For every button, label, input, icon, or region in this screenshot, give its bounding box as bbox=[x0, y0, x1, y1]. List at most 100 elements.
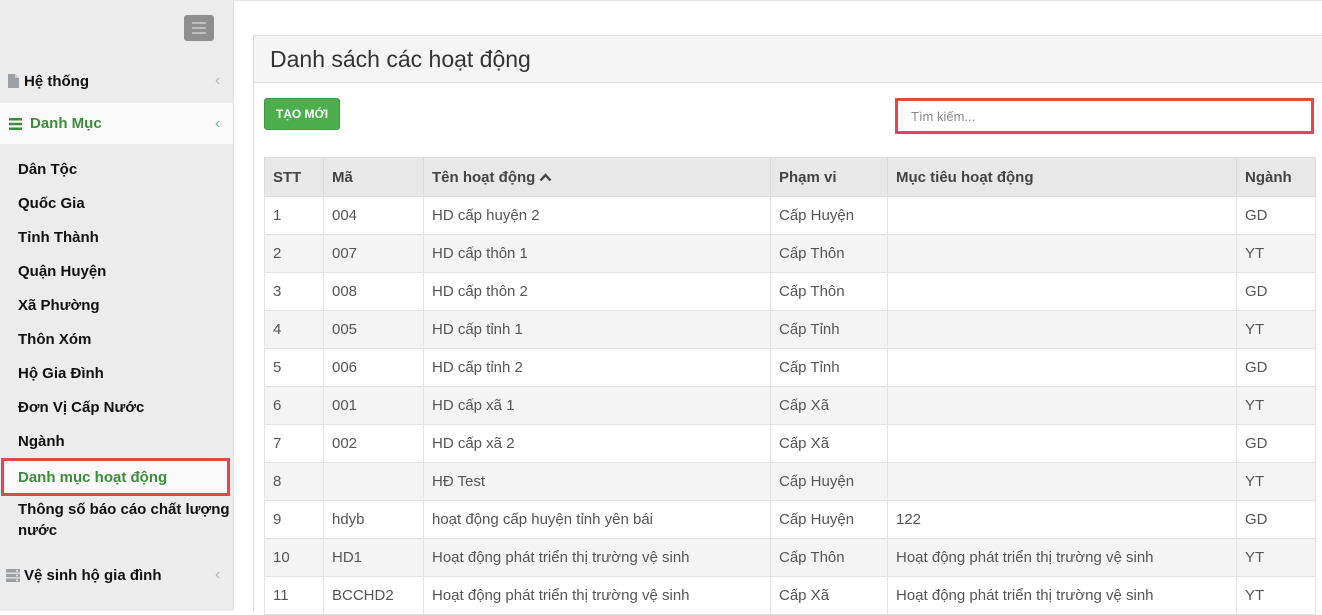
cell-pham-vi: Cấp Xã bbox=[770, 386, 888, 425]
cell-nganh: YT bbox=[1236, 310, 1316, 349]
sidebar: Hệ thống ‹ Danh Mục ‹ Dân Tộc Quốc Gia T… bbox=[0, 0, 234, 611]
cell-pham-vi: Cấp Xã bbox=[770, 576, 888, 615]
column-header-label: Ngành bbox=[1245, 168, 1292, 186]
menu-bar-icon bbox=[192, 27, 206, 29]
sidebar-menu-danh-muc[interactable]: Danh Mục ‹ bbox=[0, 103, 233, 144]
cell-stt: 7 bbox=[264, 424, 324, 463]
sidebar-item-xa-phuong[interactable]: Xã Phường bbox=[0, 288, 233, 322]
column-header-muc-tieu[interactable]: Mục tiêu hoạt động bbox=[887, 157, 1237, 197]
table-row[interactable]: 3 008 HD cấp thôn 2 Cấp Thôn GD bbox=[264, 272, 1316, 311]
cell-ma: 001 bbox=[323, 386, 424, 425]
sidebar-toggle-button[interactable] bbox=[184, 15, 214, 41]
cell-stt: 8 bbox=[264, 462, 324, 501]
cell-stt: 9 bbox=[264, 500, 324, 539]
column-header-nganh[interactable]: Ngành bbox=[1236, 157, 1316, 197]
cell-stt: 10 bbox=[264, 538, 324, 577]
sidebar-item-quan-huyen[interactable]: Quận Huyện bbox=[0, 254, 233, 288]
table-row[interactable]: 1 004 HD cấp huyện 2 Cấp Huyện GD bbox=[264, 196, 1316, 235]
column-header-stt[interactable]: STT bbox=[264, 157, 324, 197]
server-icon bbox=[6, 568, 20, 582]
column-header-label: Tên hoạt động bbox=[432, 168, 536, 186]
cell-pham-vi: Cấp Tỉnh bbox=[770, 348, 888, 387]
cell-muc-tieu bbox=[887, 196, 1237, 235]
sidebar-item-quoc-gia[interactable]: Quốc Gia bbox=[0, 186, 233, 220]
cell-ma: 002 bbox=[323, 424, 424, 463]
cell-nganh: GD bbox=[1236, 500, 1316, 539]
table-row[interactable]: 9 hdyb hoạt động cấp huyện tỉnh yên bái … bbox=[264, 500, 1316, 539]
cell-ma: 006 bbox=[323, 348, 424, 387]
cell-ma: BCCHD2 bbox=[323, 576, 424, 615]
chevron-left-icon: ‹ bbox=[215, 72, 221, 89]
cell-stt: 2 bbox=[264, 234, 324, 273]
table-row[interactable]: 5 006 HD cấp tỉnh 2 Cấp Tỉnh GD bbox=[264, 348, 1316, 387]
table-row[interactable]: 11 BCCHD2 Hoạt động phát triển thị trườn… bbox=[264, 576, 1316, 615]
chevron-left-icon: ‹ bbox=[215, 114, 221, 132]
search-box bbox=[895, 98, 1314, 134]
sidebar-item-thon-xom[interactable]: Thôn Xóm bbox=[0, 322, 233, 356]
sidebar-item-nganh[interactable]: Ngành bbox=[0, 424, 233, 458]
table-header-row: STT Mã Tên hoạt động Phạm vi Mục tiêu ho… bbox=[264, 157, 1316, 197]
cell-ten-hoat-dong: hoạt động cấp huyện tỉnh yên bái bbox=[423, 500, 771, 539]
sidebar-submenu: Dân Tộc Quốc Gia Tỉnh Thành Quận Huyện X… bbox=[0, 152, 233, 546]
sidebar-item-danh-muc-hoat-dong[interactable]: Danh mục hoạt động bbox=[1, 458, 230, 496]
cell-ma: 008 bbox=[323, 272, 424, 311]
sidebar-item-ho-gia-dinh[interactable]: Hộ Gia Đình bbox=[0, 356, 233, 390]
file-icon bbox=[7, 74, 19, 88]
cell-pham-vi: Cấp Thôn bbox=[770, 234, 888, 273]
column-header-label: Phạm vi bbox=[779, 168, 837, 186]
cell-ten-hoat-dong: Hoạt động phát triển thị trường vệ sinh bbox=[423, 538, 771, 577]
table-row[interactable]: 8 HĐ Test Cấp Huyện YT bbox=[264, 462, 1316, 501]
cell-nganh: YT bbox=[1236, 386, 1316, 425]
cell-muc-tieu bbox=[887, 462, 1237, 501]
cell-nganh: GD bbox=[1236, 272, 1316, 311]
sidebar-menu-he-thong[interactable]: Hệ thống ‹ bbox=[0, 61, 233, 101]
sidebar-menu-ve-sinh[interactable]: Vệ sinh hộ gia đình ‹ bbox=[0, 555, 233, 595]
cell-stt: 3 bbox=[264, 272, 324, 311]
cell-muc-tieu bbox=[887, 424, 1237, 463]
table-row[interactable]: 4 005 HD cấp tỉnh 1 Cấp Tỉnh YT bbox=[264, 310, 1316, 349]
cell-ma: 004 bbox=[323, 196, 424, 235]
cell-pham-vi: Cấp Huyện bbox=[770, 462, 888, 501]
cell-stt: 1 bbox=[264, 196, 324, 235]
sort-ascending-icon bbox=[539, 173, 552, 182]
cell-nganh: GD bbox=[1236, 424, 1316, 463]
column-header-ma[interactable]: Mã bbox=[323, 157, 424, 197]
cell-nganh: GD bbox=[1236, 348, 1316, 387]
chevron-left-icon: ‹ bbox=[215, 566, 221, 583]
cell-muc-tieu bbox=[887, 234, 1237, 273]
table-row[interactable]: 2 007 HD cấp thôn 1 Cấp Thôn YT bbox=[264, 234, 1316, 273]
cell-nganh: YT bbox=[1236, 576, 1316, 615]
table-row[interactable]: 10 HD1 Hoạt động phát triển thị trường v… bbox=[264, 538, 1316, 577]
table-row[interactable]: 6 001 HD cấp xã 1 Cấp Xã YT bbox=[264, 386, 1316, 425]
table-row[interactable]: 7 002 HD cấp xã 2 Cấp Xã GD bbox=[264, 424, 1316, 463]
cell-muc-tieu: Hoạt động phát triển thị trường vệ sinh bbox=[887, 538, 1237, 577]
column-header-label: STT bbox=[273, 168, 302, 186]
cell-ten-hoat-dong: HD cấp tỉnh 2 bbox=[423, 348, 771, 387]
column-header-pham-vi[interactable]: Phạm vi bbox=[770, 157, 888, 197]
cell-pham-vi: Cấp Tỉnh bbox=[770, 310, 888, 349]
cell-ma: hdyb bbox=[323, 500, 424, 539]
cell-ten-hoat-dong: HD cấp thôn 2 bbox=[423, 272, 771, 311]
cell-ten-hoat-dong: HD cấp xã 2 bbox=[423, 424, 771, 463]
column-header-ten-hoat-dong[interactable]: Tên hoạt động bbox=[423, 157, 771, 197]
cell-pham-vi: Cấp Huyện bbox=[770, 500, 888, 539]
sidebar-menu-label: Hệ thống bbox=[24, 72, 89, 90]
table-body: 1 004 HD cấp huyện 2 Cấp Huyện GD 2 007 … bbox=[264, 196, 1316, 615]
sidebar-item-thong-so-bao-cao[interactable]: Thông số báo cáo chất lượng nước bbox=[0, 496, 233, 546]
search-input[interactable] bbox=[909, 107, 1303, 125]
cell-ten-hoat-dong: HD cấp tỉnh 1 bbox=[423, 310, 771, 349]
sidebar-item-don-vi-cap-nuoc[interactable]: Đơn Vị Cấp Nước bbox=[0, 390, 233, 424]
cell-muc-tieu: Hoạt động phát triển thị trường vệ sinh bbox=[887, 576, 1237, 615]
sidebar-item-tinh-thanh[interactable]: Tỉnh Thành bbox=[0, 220, 233, 254]
cell-muc-tieu bbox=[887, 310, 1237, 349]
cell-ma: HD1 bbox=[323, 538, 424, 577]
column-header-label: Mục tiêu hoạt động bbox=[896, 168, 1034, 186]
top-divider bbox=[233, 0, 1322, 1]
cell-nganh: YT bbox=[1236, 462, 1316, 501]
create-new-button[interactable]: TẠO MỚI bbox=[264, 98, 340, 130]
cell-stt: 6 bbox=[264, 386, 324, 425]
cell-nganh: GD bbox=[1236, 196, 1316, 235]
menu-bar-icon bbox=[192, 32, 206, 34]
cell-ma: 005 bbox=[323, 310, 424, 349]
sidebar-item-dan-toc[interactable]: Dân Tộc bbox=[0, 152, 233, 186]
